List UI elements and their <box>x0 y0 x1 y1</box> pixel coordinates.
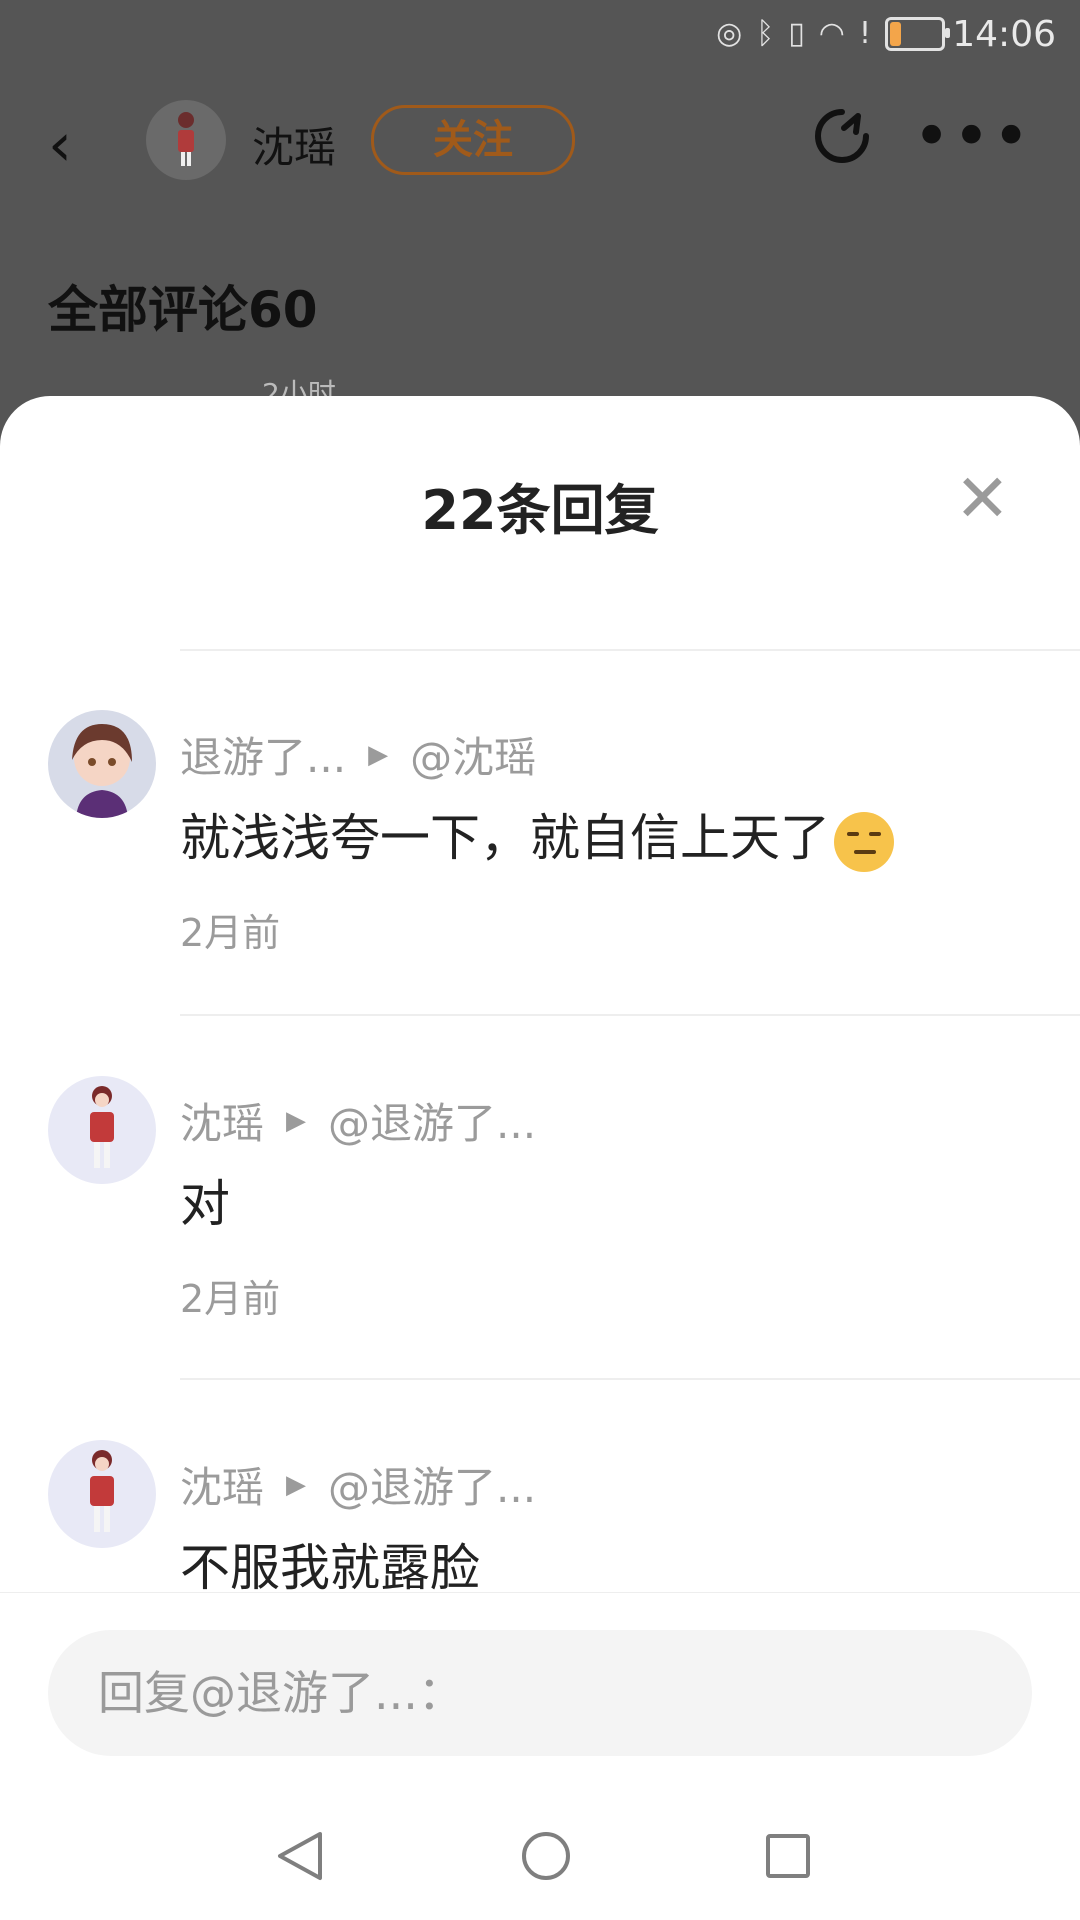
nav-recent-icon[interactable] <box>758 1826 818 1886</box>
reply-header: 退游了... ▶ @沈瑶 <box>180 724 536 785</box>
more-icon[interactable]: ••• <box>913 100 1032 174</box>
divider <box>180 649 1080 651</box>
share-icon[interactable] <box>810 104 874 184</box>
divider <box>180 1014 1080 1016</box>
bluetooth-icon: ᛒ <box>756 16 775 51</box>
reply-user[interactable]: 退游了... <box>180 724 346 785</box>
close-icon[interactable]: ✕ <box>955 460 1010 537</box>
reply-avatar[interactable] <box>48 710 156 818</box>
data-saver-icon: ◎ <box>716 16 743 51</box>
reply-arrow-icon: ▶ <box>286 1469 307 1500</box>
reply-target[interactable]: @沈瑶 <box>410 724 536 785</box>
nav-back-icon[interactable] <box>270 1826 330 1886</box>
author-avatar[interactable] <box>146 100 226 180</box>
reply-user[interactable]: 沈瑶 <box>180 1454 264 1515</box>
reply-input[interactable] <box>48 1630 1032 1756</box>
status-icons: ◎ ᛒ ▯ ◠ ! <box>716 16 950 51</box>
input-divider <box>0 1592 1080 1593</box>
unamused-face-icon <box>834 811 894 872</box>
reply-header: 沈瑶 ▶ @退游了... <box>180 1454 536 1515</box>
top-bar: ‹ 沈瑶 关注 ••• <box>0 92 1080 192</box>
reply-content: 就浅浅夸一下，就自信上天了 <box>180 798 894 872</box>
reply-avatar[interactable] <box>48 1076 156 1184</box>
reply-arrow-icon: ▶ <box>286 1105 307 1136</box>
vibrate-icon: ▯ <box>788 16 805 51</box>
follow-button[interactable]: 关注 <box>371 105 575 175</box>
character-icon <box>90 1450 114 1532</box>
back-icon[interactable]: ‹ <box>48 110 72 180</box>
reply-avatar[interactable] <box>48 1440 156 1548</box>
reply-user[interactable]: 沈瑶 <box>180 1090 264 1151</box>
reply-time: 2月前 <box>180 1277 281 1321</box>
status-bar: ◎ ᛒ ▯ ◠ ! 14:06 <box>0 0 1080 72</box>
system-nav-bar <box>0 1800 1080 1920</box>
divider <box>180 1378 1080 1380</box>
author-name[interactable]: 沈瑶 <box>252 114 336 175</box>
battery-icon <box>885 16 950 51</box>
anime-girl-icon <box>72 724 132 818</box>
reply-arrow-icon: ▶ <box>368 739 389 770</box>
character-icon <box>178 112 194 166</box>
reply-content: 对 <box>180 1175 230 1233</box>
reply-time: 2月前 <box>180 911 281 955</box>
sheet-title: 22条回复 <box>421 479 659 542</box>
status-time: 14:06 <box>952 14 1056 55</box>
reply-target[interactable]: @退游了... <box>328 1090 536 1151</box>
character-icon <box>90 1086 114 1168</box>
alert-icon: ! <box>858 16 871 51</box>
nav-home-icon[interactable] <box>516 1826 576 1886</box>
reply-header: 沈瑶 ▶ @退游了... <box>180 1090 536 1151</box>
wifi-icon: ◠ <box>818 16 845 51</box>
reply-content: 不服我就露脸 <box>180 1539 480 1597</box>
reply-target[interactable]: @退游了... <box>328 1454 536 1515</box>
comments-title: 全部评论60 <box>48 281 318 339</box>
